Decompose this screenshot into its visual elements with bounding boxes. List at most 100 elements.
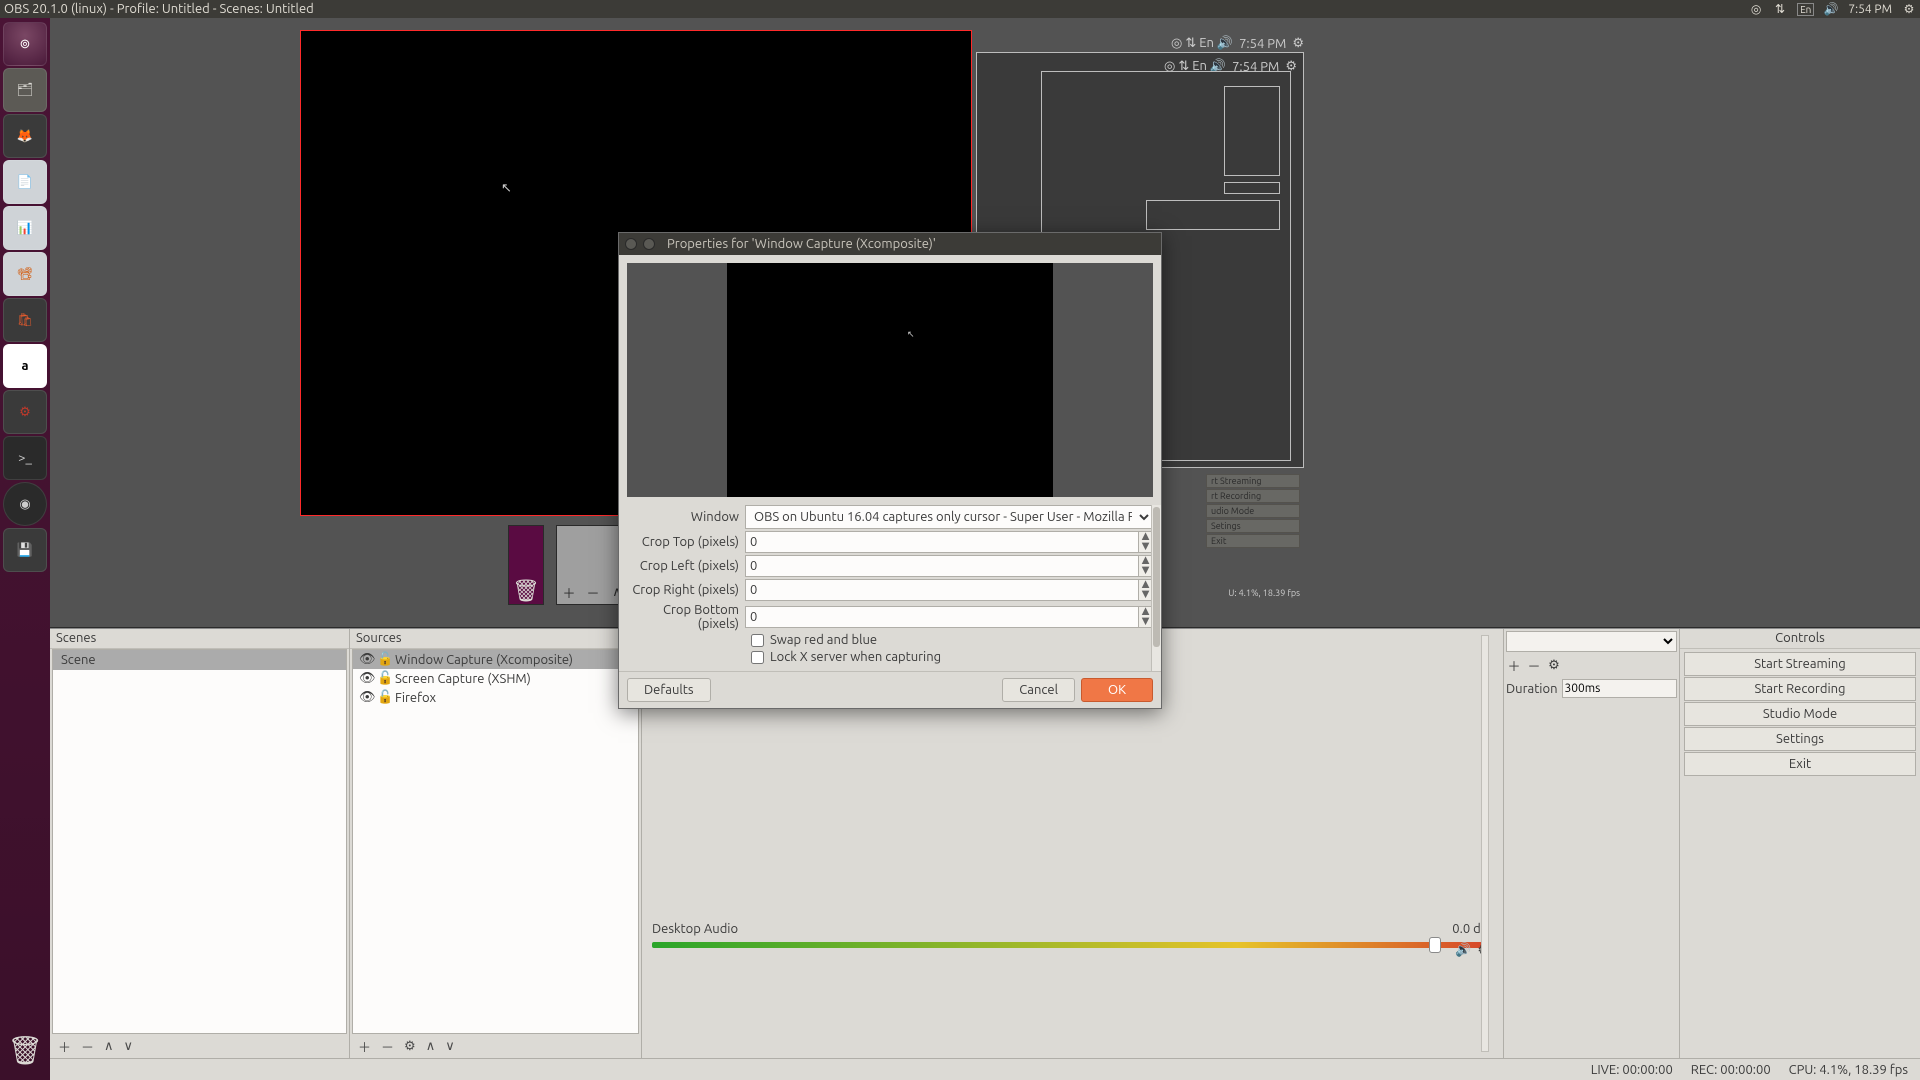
- trash-icon[interactable]: 🗑: [3, 1028, 47, 1072]
- gear-icon[interactable]: ⚙: [404, 1039, 416, 1054]
- source-item[interactable]: 👁 🔓 Screen Capture (XSHM): [353, 669, 638, 688]
- lock-icon[interactable]: 🔓: [377, 671, 391, 686]
- defaults-button[interactable]: Defaults: [627, 678, 711, 702]
- scenes-list[interactable]: Scene: [52, 649, 347, 1034]
- dialog-form: Window OBS on Ubuntu 16.04 captures only…: [619, 505, 1161, 671]
- lock-icon[interactable]: 🔓: [377, 652, 391, 667]
- duration-row: Duration: [1504, 677, 1679, 700]
- nested-inner-3: [1224, 182, 1280, 194]
- ok-button[interactable]: OK: [1081, 678, 1153, 702]
- swap-checkbox[interactable]: [751, 634, 764, 647]
- visibility-icon[interactable]: 👁: [359, 690, 373, 705]
- minimize-icon[interactable]: [643, 238, 655, 250]
- crop-bottom-row: Crop Bottom (pixels) ▲▼: [627, 603, 1153, 631]
- window-select[interactable]: OBS on Ubuntu 16.04 captures only cursor…: [745, 505, 1153, 529]
- obs-icon[interactable]: ◉: [3, 482, 47, 526]
- terminal-icon[interactable]: >_: [3, 436, 47, 480]
- files-icon[interactable]: 🗂: [3, 68, 47, 112]
- crop-bottom-input[interactable]: [745, 606, 1139, 628]
- dialog-preview-inner: ↖: [727, 263, 1053, 497]
- minus-icon[interactable]: －: [585, 584, 601, 600]
- crop-left-row: Crop Left (pixels) ▲▼: [627, 555, 1153, 577]
- floppy-icon[interactable]: 💾: [3, 528, 47, 572]
- transition-btns: ＋ － ⚙: [1504, 654, 1679, 677]
- mute-icon[interactable]: 🔊: [1455, 943, 1471, 958]
- volume-slider[interactable]: [1429, 937, 1441, 953]
- keyboard-indicator[interactable]: En: [1797, 3, 1814, 16]
- network-icon[interactable]: ⇅: [1773, 2, 1787, 16]
- scenes-title: Scenes: [50, 629, 349, 649]
- crop-top-row: Crop Top (pixels) ▲▼: [627, 531, 1153, 553]
- crop-left-input[interactable]: [745, 555, 1139, 577]
- scene-item[interactable]: Scene: [53, 650, 346, 670]
- obs-tray-icon[interactable]: ◎: [1749, 2, 1763, 16]
- crop-right-input[interactable]: [745, 579, 1139, 601]
- crop-top-input[interactable]: [745, 531, 1139, 553]
- exit-button[interactable]: Exit: [1684, 752, 1916, 776]
- scenes-footer: ＋ － ∧ ∨: [50, 1034, 349, 1058]
- clock[interactable]: 7:54 PM: [1848, 3, 1892, 16]
- visibility-icon[interactable]: 👁: [359, 671, 373, 686]
- dialog-scrollbar[interactable]: [1151, 505, 1161, 671]
- window-row: Window OBS on Ubuntu 16.04 captures only…: [627, 505, 1153, 529]
- transition-select-row: [1504, 629, 1679, 654]
- mixer-scrollbar[interactable]: [1481, 635, 1489, 1052]
- start-recording-button[interactable]: Start Recording: [1684, 677, 1916, 701]
- crop-bottom-label: Crop Bottom (pixels): [627, 603, 745, 631]
- lock-icon[interactable]: 🔓: [377, 690, 391, 705]
- software-center-icon[interactable]: 🛍: [3, 298, 47, 342]
- controls-title: Controls: [1680, 629, 1920, 649]
- sources-list[interactable]: 👁 🔓 Window Capture (Xcomposite) 👁 🔓 Scre…: [352, 649, 639, 1034]
- mixer-strip: Desktop Audio 0.0 dB: [652, 922, 1489, 948]
- amazon-icon[interactable]: a: [3, 344, 47, 388]
- writer-icon[interactable]: 📄: [3, 160, 47, 204]
- dash-icon[interactable]: ⊚: [3, 22, 47, 66]
- start-streaming-button[interactable]: Start Streaming: [1684, 652, 1916, 676]
- source-item[interactable]: 👁 🔓 Firefox: [353, 688, 638, 707]
- studio-mode-button[interactable]: Studio Mode: [1684, 702, 1916, 726]
- plus-icon[interactable]: ＋: [358, 1037, 371, 1056]
- crop-right-row: Crop Right (pixels) ▲▼: [627, 579, 1153, 601]
- cancel-button[interactable]: Cancel: [1002, 678, 1075, 702]
- visibility-icon[interactable]: 👁: [359, 652, 373, 667]
- unity-launcher: ⊚ 🗂 🦊 📄 📊 📽 🛍 a ⚙ >_ ◉ 💾 🗑: [0, 18, 50, 1080]
- plus-icon[interactable]: ＋: [561, 584, 577, 600]
- down-icon[interactable]: ∨: [445, 1039, 455, 1054]
- plus-icon[interactable]: ＋: [1506, 656, 1522, 675]
- firefox-icon[interactable]: 🦊: [3, 114, 47, 158]
- dialog-buttons: Defaults Cancel OK: [619, 671, 1161, 708]
- impress-icon[interactable]: 📽: [3, 252, 47, 296]
- duration-input[interactable]: [1562, 679, 1678, 698]
- mixer-label: Desktop Audio: [652, 922, 738, 936]
- nested-status: U: 4.1%, 18.39 fps: [1228, 588, 1300, 598]
- volume-icon[interactable]: 🔊: [1824, 2, 1838, 16]
- up-icon[interactable]: ∧: [104, 1039, 114, 1054]
- system-tray: ◎ ⇅ En 🔊 7:54 PM ⚙: [1749, 2, 1916, 16]
- status-cpu: CPU: 4.1%, 18.39 fps: [1789, 1063, 1908, 1077]
- scenes-panel: Scenes Scene ＋ － ∧ ∨: [50, 629, 350, 1058]
- nested-controls: rt Streaming rt Recording udio Mode Seti…: [1206, 474, 1300, 548]
- settings-button[interactable]: Settings: [1684, 727, 1916, 751]
- source-label: Window Capture (Xcomposite): [395, 653, 573, 667]
- dialog-titlebar[interactable]: Properties for 'Window Capture (Xcomposi…: [619, 233, 1161, 255]
- source-item[interactable]: 👁 🔓 Window Capture (Xcomposite): [353, 650, 638, 669]
- transition-select[interactable]: [1506, 631, 1677, 652]
- minus-icon[interactable]: －: [1526, 656, 1542, 675]
- minus-icon[interactable]: －: [381, 1037, 394, 1056]
- dialog-title: Properties for 'Window Capture (Xcomposi…: [667, 237, 936, 251]
- window-label: Window: [627, 510, 745, 524]
- mixer-bar: [652, 942, 1489, 948]
- lockx-checkbox[interactable]: [751, 651, 764, 664]
- close-icon[interactable]: [625, 238, 637, 250]
- gear-icon[interactable]: ⚙: [1902, 2, 1916, 16]
- mini-btn: udio Mode: [1206, 504, 1300, 518]
- down-icon[interactable]: ∨: [124, 1039, 134, 1054]
- settings-icon[interactable]: ⚙: [3, 390, 47, 434]
- gear-icon[interactable]: ⚙: [1546, 658, 1562, 673]
- up-icon[interactable]: ∧: [426, 1039, 436, 1054]
- plus-icon[interactable]: ＋: [58, 1037, 71, 1056]
- calc-icon[interactable]: 📊: [3, 206, 47, 250]
- sources-panel: Sources 👁 🔓 Window Capture (Xcomposite) …: [350, 629, 642, 1058]
- minus-icon[interactable]: －: [81, 1037, 94, 1056]
- swap-label: Swap red and blue: [770, 633, 877, 647]
